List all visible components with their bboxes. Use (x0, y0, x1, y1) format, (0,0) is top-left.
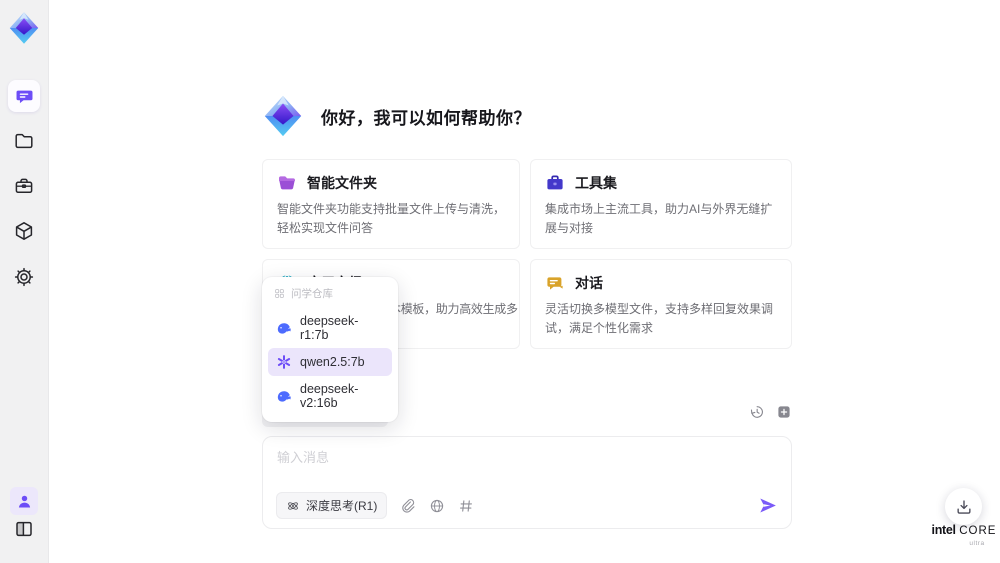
greeting-text: 你好，我可以如何帮助你？ (321, 108, 531, 128)
model-option-deepseek-v2[interactable]: deepseek-v2:16b (268, 376, 392, 416)
model-option-label: deepseek-v2:16b (300, 382, 359, 410)
deep-think-toggle[interactable]: 深度思考(R1) (276, 492, 388, 519)
briefcase-icon[interactable] (14, 176, 34, 196)
user-icon (16, 493, 33, 510)
model-dropdown-header-label: 问学仓库 (291, 288, 333, 300)
card-desc: 灵活切换多模型文件，支持多样回复效果调试，满足个性化需求 (545, 302, 774, 335)
card-dialog[interactable]: 对话 灵活切换多模型文件，支持多样回复效果调试，满足个性化需求 (530, 259, 792, 350)
card-toolset[interactable]: 工具集 集成市场上主流工具，助力AI与外界无缝扩展与对接 (530, 159, 792, 250)
model-option-qwen25[interactable]: qwen2.5:7b (268, 348, 392, 376)
card-title: 智能文件夹 (307, 175, 377, 191)
new-chat-icon[interactable] (776, 404, 792, 420)
hash-icon[interactable] (458, 498, 474, 514)
card-desc: 集成市场上主流工具，助力AI与外界无缝扩展与对接 (545, 202, 773, 235)
intel-core-badge: intel core ultra (928, 524, 1000, 547)
model-dropdown-header: 问学仓库 (268, 283, 392, 308)
globe-icon[interactable] (429, 498, 445, 514)
model-option-deepseek-r1[interactable]: deepseek-r1:7b (268, 308, 392, 348)
card-title: 工具集 (575, 175, 617, 191)
sidebar-item-user[interactable] (10, 487, 38, 515)
cube-icon[interactable] (14, 221, 34, 241)
qwen-icon (276, 354, 292, 370)
toolset-icon (545, 173, 565, 193)
intel-brand-text: intel (931, 523, 957, 537)
smart-folder-icon (277, 173, 297, 193)
app-logo-gem-icon (6, 10, 42, 46)
model-option-label: deepseek-r1:7b (300, 314, 359, 342)
chat-toolbar (749, 404, 792, 420)
model-dropdown: 问学仓库 deepseek-r1:7b qwen2.5:7b deepseek-… (262, 277, 398, 422)
greeting: 你好，我可以如何帮助你？ (260, 93, 531, 139)
card-desc: 智能文件夹功能支持批量文件上传与清洗，轻松实现文件问答 (277, 202, 506, 235)
history-icon[interactable] (749, 404, 765, 420)
message-input[interactable] (277, 447, 777, 489)
sidebar (0, 0, 49, 563)
intel-product-text: core (959, 525, 997, 537)
composer-toolbar: 深度思考(R1) (276, 492, 777, 519)
folder-icon[interactable] (14, 131, 34, 151)
download-icon (955, 498, 973, 516)
download-button[interactable] (945, 488, 982, 525)
app-window: 你好，我可以如何帮助你？ 智能文件夹 智能文件夹功能支持批量文件上传与清洗，轻松… (0, 0, 1000, 563)
intel-tier-text: ultra (969, 539, 985, 547)
message-composer: 深度思考(R1) (262, 436, 792, 529)
sidebar-item-chat[interactable] (8, 80, 40, 112)
atom-icon (286, 499, 300, 513)
card-smart-folder[interactable]: 智能文件夹 智能文件夹功能支持批量文件上传与清洗，轻松实现文件问答 (262, 159, 520, 250)
model-option-label: qwen2.5:7b (300, 355, 365, 369)
gear-icon[interactable] (14, 267, 34, 287)
dialog-icon (545, 273, 565, 293)
greeting-gem-icon (260, 93, 306, 139)
deep-think-label: 深度思考(R1) (306, 499, 378, 513)
grid-small-icon (274, 288, 285, 299)
chat-icon (15, 87, 34, 106)
deepseek-icon (276, 388, 292, 404)
paperclip-icon[interactable] (400, 498, 416, 514)
send-icon[interactable] (758, 496, 777, 515)
deepseek-icon (276, 320, 292, 336)
card-title: 对话 (575, 275, 603, 292)
panel-toggle-icon[interactable] (14, 519, 34, 539)
